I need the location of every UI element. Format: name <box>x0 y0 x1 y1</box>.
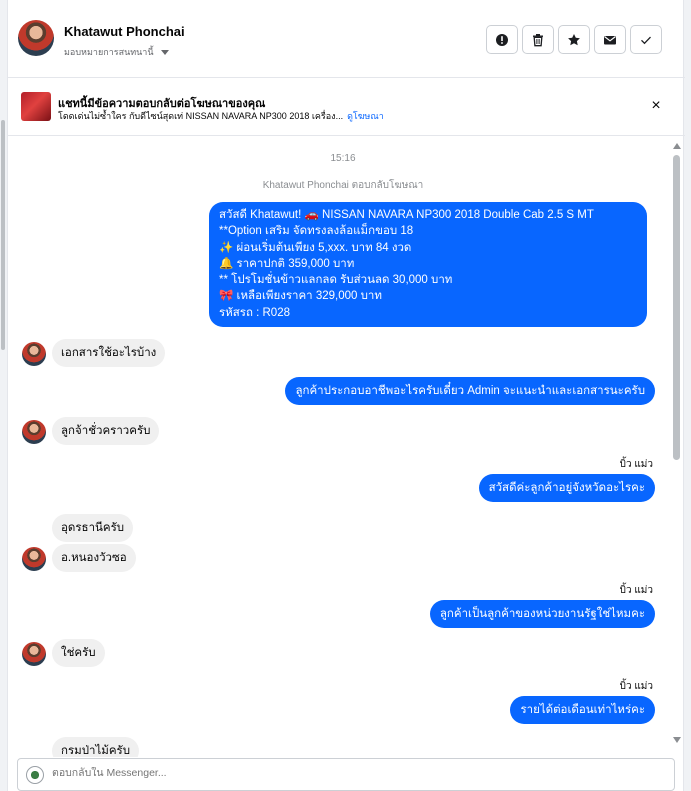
trash-icon <box>533 33 543 46</box>
delete-button[interactable] <box>522 25 554 54</box>
user-avatar[interactable] <box>22 547 46 571</box>
page-avatar-icon <box>26 766 44 784</box>
contact-avatar[interactable] <box>18 20 54 56</box>
incoming-message[interactable]: ลูกจ้าชั่วคราวครับ <box>52 417 160 445</box>
close-icon[interactable]: × <box>648 98 664 114</box>
left-panel-edge <box>0 0 7 791</box>
assign-conversation-dropdown[interactable]: มอบหมายการสนทนานี้ <box>64 45 169 59</box>
outgoing-message[interactable]: ลูกค้าประกอบอาชีพอะไรครับเดี๋ยว Admin จะ… <box>285 377 655 406</box>
scroll-up-icon[interactable] <box>673 143 681 149</box>
incoming-message[interactable]: กรมป่าไม้ครับ <box>52 737 140 757</box>
ad-thumbnail[interactable] <box>21 92 51 121</box>
ad-banner-subtitle: โดดเด่นไม่ซ้ำใคร กับดีไซน์สุดเท่ NISSAN … <box>58 109 384 123</box>
scroll-down-icon[interactable] <box>673 737 681 743</box>
user-avatar[interactable] <box>22 642 46 666</box>
right-panel-edge <box>684 0 691 791</box>
outgoing-message[interactable]: รายได้ต่อเดือนเท่าไหร่คะ <box>510 696 655 725</box>
mail-icon <box>604 35 616 44</box>
mark-done-button[interactable] <box>630 25 662 54</box>
system-note: Khatawut Phonchai ตอบกลับโฆษณา <box>262 180 424 191</box>
user-avatar[interactable] <box>22 420 46 444</box>
chat-header: Khatawut Phonchai มอบหมายการสนทนานี้ <box>8 0 685 78</box>
outgoing-message[interactable]: สวัสดีค่ะลูกค้าอยู่จังหวัดอะไรคะ <box>478 474 655 503</box>
check-icon <box>641 36 651 44</box>
user-avatar[interactable] <box>22 342 46 366</box>
scroll-thumb[interactable] <box>673 155 680 460</box>
sender-label: บิ้ว แม่ว <box>619 585 653 596</box>
alert-icon <box>496 33 508 46</box>
chat-panel: Khatawut Phonchai มอบหมายการสนทนานี้ แชท… <box>7 0 685 791</box>
mark-spam-button[interactable] <box>486 25 518 54</box>
sender-label: บิ้ว แม่ว <box>619 459 653 470</box>
ad-description: โดดเด่นไม่ซ้ำใคร กับดีไซน์สุดเท่ NISSAN … <box>58 111 344 121</box>
incoming-message[interactable]: อุดรธานีครับ <box>52 514 134 542</box>
view-ad-link[interactable]: ดูโฆษณา <box>347 111 384 121</box>
star-button[interactable] <box>558 25 590 54</box>
contact-name[interactable]: Khatawut Phonchai <box>64 24 185 39</box>
reply-input[interactable] <box>52 767 652 779</box>
incoming-message[interactable]: อ.หนองวัวซอ <box>52 544 136 572</box>
sender-label: บิ้ว แม่ว <box>619 681 653 692</box>
caret-down-icon <box>160 49 169 55</box>
left-scrollbar[interactable] <box>1 120 5 350</box>
star-icon <box>568 33 580 45</box>
message-list: 15:16 Khatawut Phonchai ตอบกลับโฆษณา สวั… <box>8 137 685 757</box>
ad-reply-banner: แชทนี้มีข้อความตอบกลับต่อโฆษณาของคุณ โดด… <box>8 78 685 136</box>
message-timestamp: 15:16 <box>330 153 356 164</box>
assign-label: มอบหมายการสนทนานี้ <box>64 47 154 57</box>
message-scrollbar[interactable] <box>671 137 683 747</box>
mark-unread-button[interactable] <box>594 25 626 54</box>
incoming-message[interactable]: เอกสารใช้อะไรบ้าง <box>52 339 166 367</box>
header-actions <box>486 25 662 54</box>
outgoing-message[interactable]: ลูกค้าเป็นลูกค้าของหน่วยงานรัฐใช่ไหมคะ <box>429 600 655 629</box>
reply-composer <box>17 758 675 791</box>
incoming-message[interactable]: ใช่ครับ <box>52 639 105 667</box>
outgoing-message[interactable]: สวัสดี Khatawut! 🚗 NISSAN NAVARA NP300 2… <box>209 202 647 327</box>
